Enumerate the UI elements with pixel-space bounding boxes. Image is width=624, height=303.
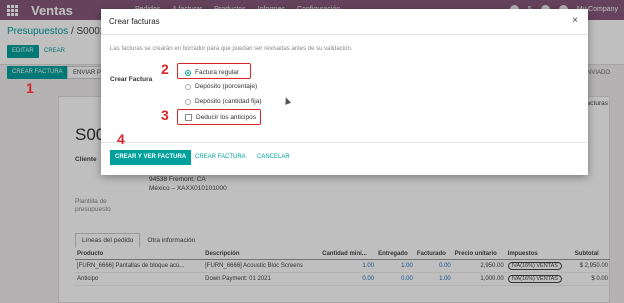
create-and-view-invoice-button[interactable]: CREAR Y VER FACTURA (110, 150, 192, 165)
radio-icon[interactable] (185, 83, 191, 90)
step-1-marker: 1 (26, 80, 34, 96)
dialog-note: Las facturas se crearán en borrador para… (110, 46, 353, 52)
dialog-footer-divider (101, 142, 588, 143)
highlight-box-deduct (177, 109, 261, 125)
close-icon[interactable]: × (572, 15, 578, 26)
option-label: Depósito (cantidad fija) (195, 98, 262, 105)
step-4-marker: 4 (117, 131, 125, 147)
option-deposit-percentage[interactable]: Depósito (porcentaje) (185, 83, 257, 90)
create-invoices-dialog: Crear facturas × Las facturas se crearán… (101, 9, 588, 175)
option-deposit-fixed[interactable]: Depósito (cantidad fija) (185, 98, 261, 105)
highlight-box-regular (177, 63, 251, 79)
dialog-title: Crear facturas (109, 17, 160, 26)
dialog-header-divider (101, 34, 588, 35)
step-3-marker: 3 (161, 107, 169, 123)
step-2-marker: 2 (161, 61, 169, 77)
radio-icon[interactable] (185, 98, 191, 105)
create-invoice-button[interactable]: CREAR FACTURA (195, 150, 246, 165)
cancel-button[interactable]: CANCELAR (257, 150, 290, 165)
create-invoice-field-label: Crear Factura (110, 76, 153, 83)
option-label: Depósito (porcentaje) (195, 83, 258, 90)
